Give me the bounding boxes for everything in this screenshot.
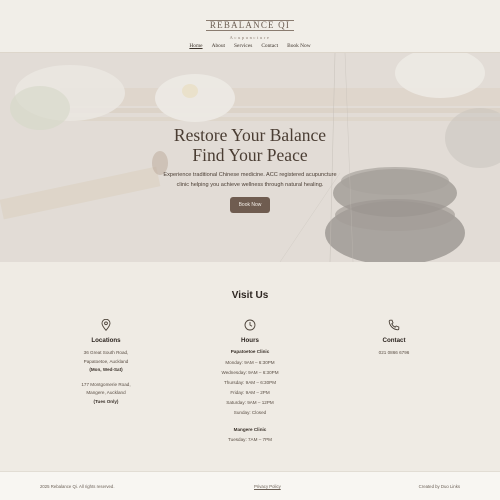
book-now-button[interactable]: Book Now [230, 197, 270, 213]
main-nav: Home About Services Contact Book Now [0, 43, 500, 49]
nav-services[interactable]: Services [234, 43, 252, 49]
address1-days: (Mon, Wed-Sat) [89, 367, 123, 372]
nav-book-now[interactable]: Book Now [287, 43, 311, 49]
hours-friday: Friday: 9AM – 2PM [230, 389, 270, 395]
clinic2-hours: Tuesday: 7AM – 7PM [190, 435, 310, 445]
hours-column: Hours Papatoetoe Clinic Monday: 9AM – 6:… [190, 319, 310, 445]
copyright: 2025 Rebalance Qi. All rights reserved. [40, 484, 115, 489]
nav-about[interactable]: About [212, 43, 225, 49]
hours-wednesday: Wednesday: 9AM – 6:30PM [221, 369, 279, 375]
address-mangere: 177 Montgomerie Road, Mangere, Auckland … [46, 381, 166, 407]
address1-line1: 36 Great South Road, [83, 350, 129, 355]
nav-contact[interactable]: Contact [261, 43, 278, 49]
phone-number[interactable]: 021 0866 6796 [334, 349, 454, 358]
hours-saturday: Saturday: 9AM – 12PM [226, 399, 274, 405]
address-papatoetoe: 36 Great South Road, Papatoetoe, Aucklan… [46, 349, 166, 375]
locations-column: Locations 36 Great South Road, Papatoeto… [46, 319, 166, 406]
brand-tagline: Acupuncture [229, 35, 271, 40]
hero-description: Experience traditional Chinese medicine.… [150, 171, 350, 190]
privacy-policy-link[interactable]: Privacy Policy [254, 484, 281, 489]
hero-title: Restore Your Balance Find Your Peace [0, 125, 500, 165]
map-pin-icon [101, 319, 111, 331]
hours-thursday: Thursday: 9AM – 6:30PM [223, 379, 277, 385]
clinic1-name: Papatoetoe Clinic [230, 349, 270, 354]
clock-icon [244, 319, 256, 331]
footer-credit[interactable]: Created by Duo Links [419, 484, 460, 489]
visit-section: Visit Us Locations 36 Great South Road, … [0, 262, 500, 471]
contact-heading: Contact [382, 337, 406, 344]
brand-name: REBALANCE QI [205, 20, 295, 31]
address2-line1: 177 Montgomerie Road, [81, 381, 131, 387]
address2-days: (Tues Only) [93, 398, 119, 404]
site-footer: 2025 Rebalance Qi. All rights reserved. … [0, 471, 500, 500]
hours-tuesday: Tuesday: 7AM – 7PM [228, 437, 272, 442]
hero-title-line1: Restore Your Balance [173, 125, 327, 145]
contact-column: Contact 021 0866 6796 [334, 319, 454, 358]
hero-text-line2: clinic helping you achieve wellness thro… [176, 181, 324, 188]
hours-sunday: Sunday: Closed [233, 409, 267, 415]
hours-heading: Hours [241, 337, 259, 344]
hours-monday: Monday: 9AM – 6:30PM [225, 359, 275, 365]
hero-text-line1: Experience traditional Chinese medicine.… [163, 172, 337, 178]
address2-line2: Mangere, Auckland [86, 390, 126, 395]
clinic2-name: Mangere Clinic [233, 426, 267, 432]
logo[interactable]: REBALANCE QI Acupuncture [0, 15, 500, 40]
site-header: REBALANCE QI Acupuncture Home About Serv… [0, 0, 500, 53]
hero-section: Restore Your Balance Find Your Peace Exp… [0, 53, 500, 262]
phone-icon [388, 319, 400, 331]
visit-title: Visit Us [231, 290, 269, 301]
locations-heading: Locations [91, 337, 121, 344]
clinic1-hours: Monday: 9AM – 6:30PM Wednesday: 9AM – 6:… [190, 358, 310, 418]
address1-line2: Papatoetoe, Auckland [83, 358, 129, 364]
hero-title-line2: Find Your Peace [192, 145, 308, 165]
nav-home[interactable]: Home [189, 43, 202, 49]
